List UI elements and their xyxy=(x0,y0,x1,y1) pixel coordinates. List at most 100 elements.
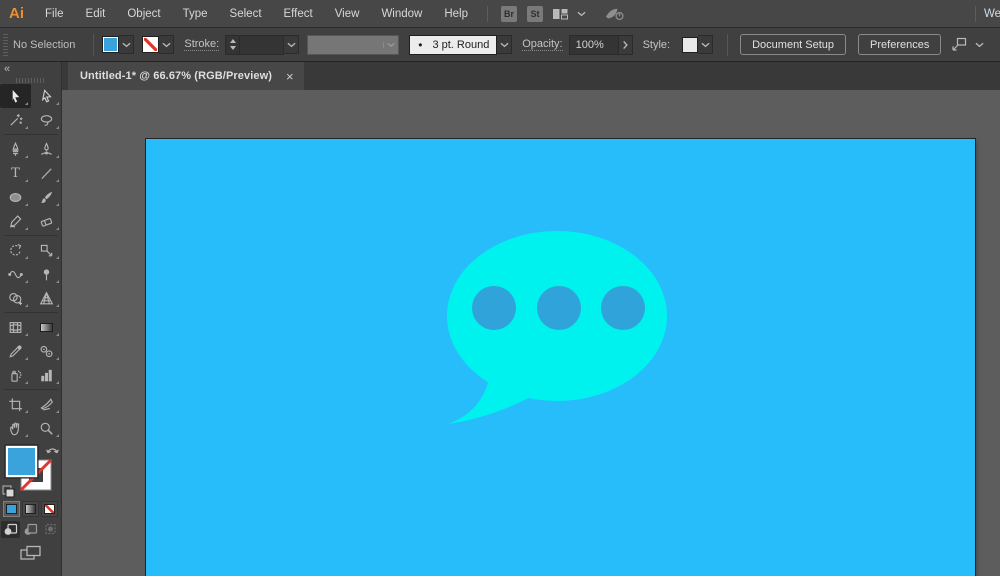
style-swatch[interactable] xyxy=(682,36,699,53)
close-icon[interactable]: × xyxy=(286,70,294,83)
tools-panel: « T xyxy=(0,62,62,576)
stroke-weight-stepper[interactable] xyxy=(225,34,241,55)
symbol-sprayer-tool[interactable] xyxy=(0,363,31,387)
panel-grip[interactable] xyxy=(0,76,61,84)
menu-item-edit[interactable]: Edit xyxy=(75,8,117,20)
controlbar-divider xyxy=(93,33,95,56)
paint-style-row xyxy=(0,501,61,517)
fill-stroke-widget xyxy=(0,443,61,499)
shaper-tool[interactable] xyxy=(0,209,31,233)
eraser-tool[interactable] xyxy=(31,209,62,233)
menu-item-type[interactable]: Type xyxy=(172,8,219,20)
line-segment-tool[interactable] xyxy=(31,161,62,185)
scale-tool[interactable] xyxy=(31,238,62,262)
default-fill-stroke-icon[interactable] xyxy=(2,485,15,498)
lasso-tool[interactable] xyxy=(31,108,62,132)
none-button[interactable] xyxy=(41,501,58,517)
curvature-tool[interactable] xyxy=(31,137,62,161)
drawing-modes-row xyxy=(0,521,61,538)
brush-definition-dropdown[interactable]: • 3 pt. Round xyxy=(409,34,498,55)
menu-item-effect[interactable]: Effect xyxy=(273,8,324,20)
style-dropdown[interactable] xyxy=(698,35,714,54)
puppet-warp-tool[interactable] xyxy=(31,262,62,286)
opacity-label[interactable]: Opacity: xyxy=(522,38,563,51)
stroke-weight-dropdown[interactable] xyxy=(284,35,300,54)
arrange-documents-icon[interactable] xyxy=(552,7,569,21)
artboard[interactable] xyxy=(146,139,975,576)
bubble-dot-3[interactable] xyxy=(601,286,645,330)
menu-item-object[interactable]: Object xyxy=(116,8,171,20)
stroke-color-dropdown[interactable] xyxy=(159,35,175,54)
menu-bar: Ai File Edit Object Type Select Effect View Win… xyxy=(0,0,1000,28)
stroke-weight-field[interactable] xyxy=(240,34,285,55)
selection-tool[interactable] xyxy=(0,84,31,108)
stock-button[interactable]: St xyxy=(527,5,543,22)
menu-item-view[interactable]: View xyxy=(324,8,371,20)
illustrator-window: Ai File Edit Object Type Select Effect View Win… xyxy=(0,0,1000,576)
collapse-panel-icon[interactable]: « xyxy=(4,64,10,75)
opacity-expand-button[interactable] xyxy=(618,34,633,55)
bubble-dot-1[interactable] xyxy=(472,286,516,330)
color-button[interactable] xyxy=(3,501,20,517)
menu-item-window[interactable]: Window xyxy=(370,8,433,20)
change-screen-mode-icon[interactable] xyxy=(0,545,61,562)
artboard-tool[interactable] xyxy=(0,392,31,416)
chevron-down-icon[interactable] xyxy=(975,42,984,48)
menu-item-help[interactable]: Help xyxy=(433,8,479,20)
paintbrush-tool[interactable] xyxy=(31,185,62,209)
rotate-tool[interactable] xyxy=(0,238,31,262)
document-tab-title: Untitled-1* @ 66.67% (RGB/Preview) xyxy=(80,70,273,82)
hand-tool[interactable] xyxy=(0,416,31,440)
chevron-down-icon[interactable] xyxy=(577,11,586,17)
draw-inside-icon[interactable] xyxy=(41,521,60,538)
brush-value: 3 pt. Round xyxy=(432,38,490,51)
canvas-area: Untitled-1* @ 66.67% (RGB/Preview) × xyxy=(62,62,1000,576)
fill-color-swatch[interactable] xyxy=(102,36,120,53)
brush-dropdown-chevron[interactable] xyxy=(497,35,513,54)
draw-normal-icon[interactable] xyxy=(1,521,20,538)
swap-fill-stroke-icon[interactable] xyxy=(46,448,59,454)
gpu-performance-icon[interactable] xyxy=(604,6,626,21)
fill-color-dropdown[interactable] xyxy=(119,35,135,54)
blend-tool[interactable] xyxy=(31,339,62,363)
document-setup-button[interactable]: Document Setup xyxy=(740,34,847,55)
gradient-button[interactable] xyxy=(22,501,39,517)
panel-dock-icon[interactable] xyxy=(951,37,967,52)
speech-bubble-artwork[interactable] xyxy=(146,139,975,576)
eyedropper-tool[interactable] xyxy=(0,339,31,363)
menu-item-select[interactable]: Select xyxy=(219,8,273,20)
brush-preview: • xyxy=(418,37,423,52)
panel-grip[interactable] xyxy=(3,33,8,56)
menubar-divider xyxy=(975,5,976,22)
fill-indicator[interactable] xyxy=(4,444,39,479)
stroke-color-swatch[interactable] xyxy=(142,36,160,53)
zoom-tool[interactable] xyxy=(31,416,62,440)
mesh-tool[interactable] xyxy=(0,315,31,339)
illustrator-logo[interactable]: Ai xyxy=(0,5,34,22)
opacity-field[interactable]: 100% xyxy=(568,34,619,55)
direct-selection-tool[interactable] xyxy=(31,84,62,108)
slice-tool[interactable] xyxy=(31,392,62,416)
draw-behind-icon[interactable] xyxy=(21,521,40,538)
menu-item-file[interactable]: File xyxy=(34,8,75,20)
workspace-switcher[interactable]: We xyxy=(984,8,1000,20)
perspective-grid-tool[interactable] xyxy=(31,286,62,310)
width-tool[interactable] xyxy=(0,262,31,286)
bridge-button[interactable]: Br xyxy=(501,5,517,22)
preferences-button[interactable]: Preferences xyxy=(858,34,942,55)
pen-tool[interactable] xyxy=(0,137,31,161)
document-tab[interactable]: Untitled-1* @ 66.67% (RGB/Preview) × xyxy=(68,62,304,90)
shape-builder-tool[interactable] xyxy=(0,286,31,310)
ellipse-tool[interactable] xyxy=(0,185,31,209)
style-label: Style: xyxy=(642,38,671,51)
pasteboard[interactable] xyxy=(62,90,1000,576)
magic-wand-tool[interactable] xyxy=(0,108,31,132)
type-tool[interactable]: T xyxy=(0,161,31,185)
bubble-dot-2[interactable] xyxy=(537,286,581,330)
controlbar-divider xyxy=(727,33,729,56)
column-graph-tool[interactable] xyxy=(31,363,62,387)
stroke-weight-label[interactable]: Stroke: xyxy=(184,38,220,51)
control-bar: No Selection Stroke: • 3 pt. Round Opaci… xyxy=(0,28,1000,62)
gradient-tool[interactable] xyxy=(31,315,62,339)
selection-status: No Selection xyxy=(13,38,76,51)
